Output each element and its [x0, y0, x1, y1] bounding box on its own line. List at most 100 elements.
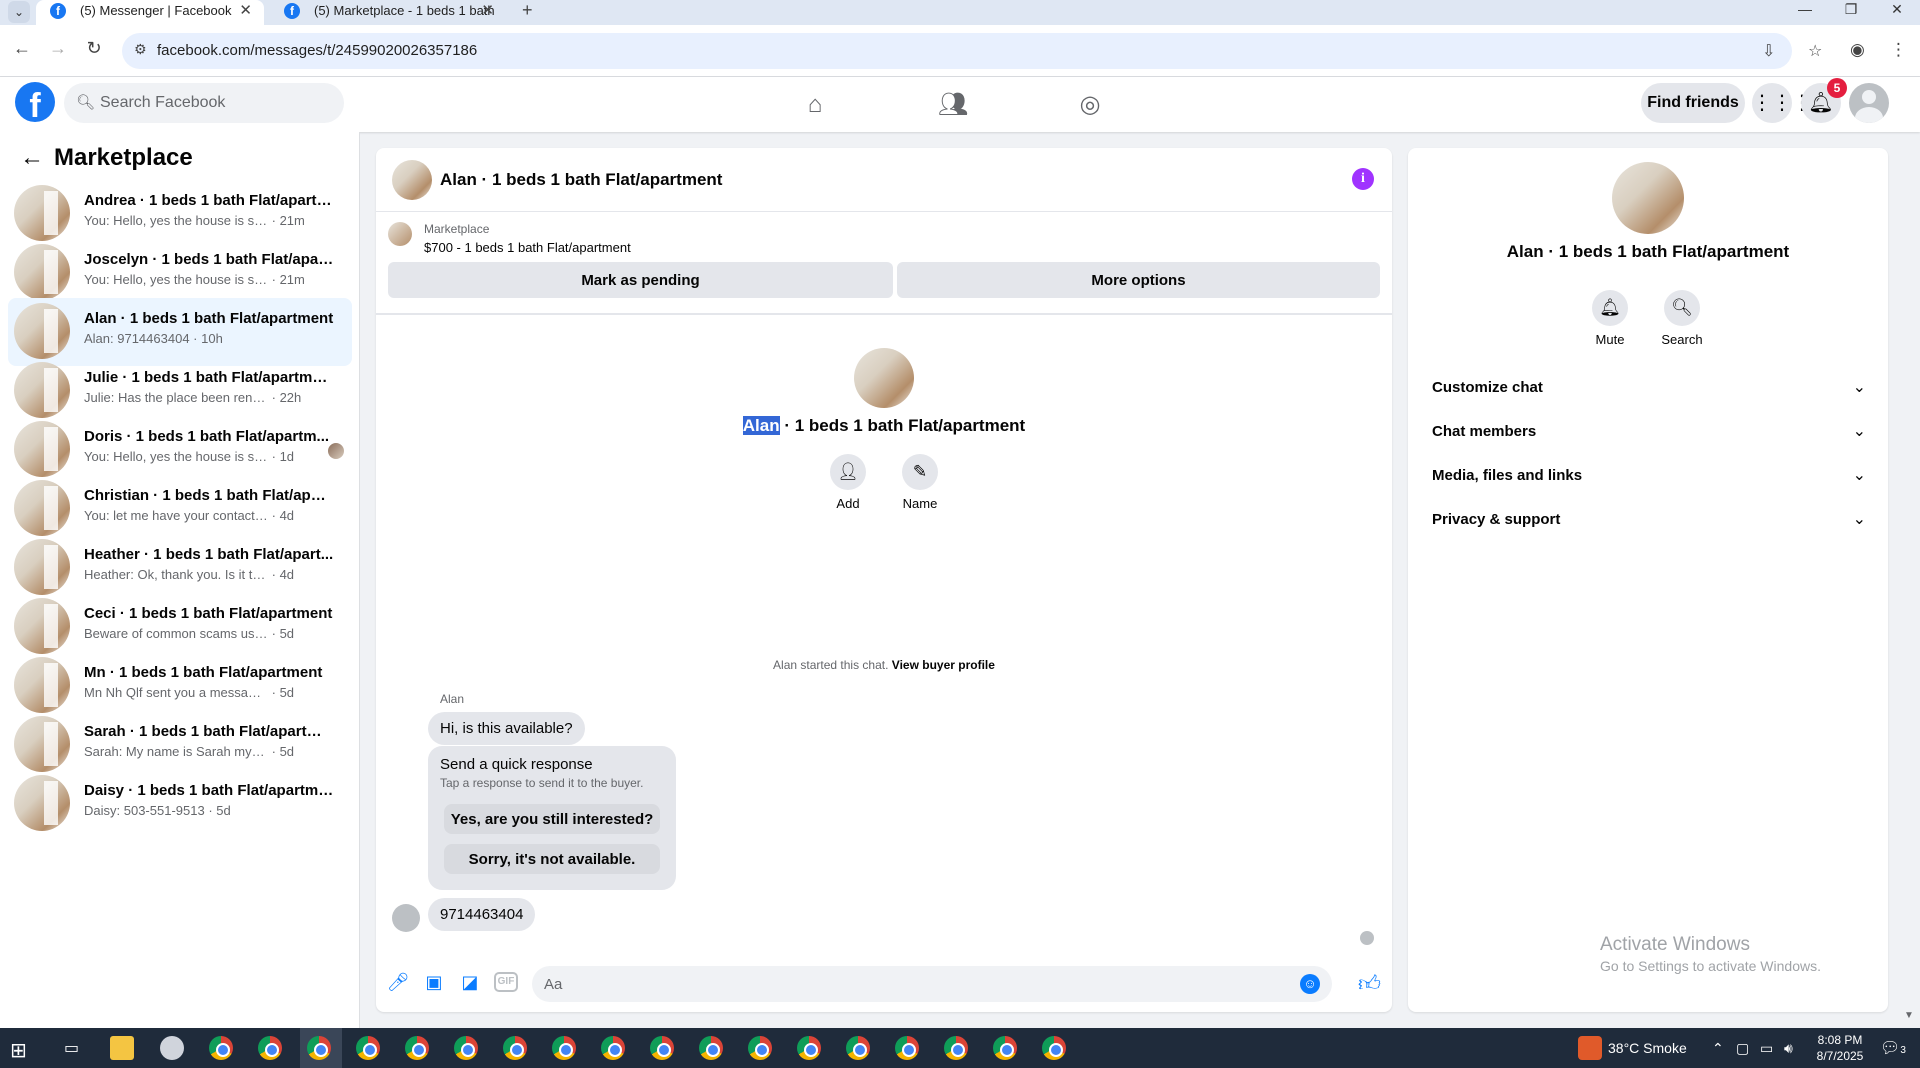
- facebook-favicon-icon: f: [284, 3, 300, 19]
- quick-reply-interested-button[interactable]: Yes, are you still interested?: [444, 804, 660, 834]
- chrome-taskbar-icon[interactable]: [797, 1036, 821, 1060]
- close-tab-icon[interactable]: ✕: [239, 2, 252, 20]
- back-icon[interactable]: ←: [10, 38, 34, 59]
- conversation-item[interactable]: Doris · 1 beds 1 bath Flat/apartm... You:…: [8, 416, 352, 484]
- conversation-item[interactable]: Julie · 1 beds 1 bath Flat/apartment Juli…: [8, 357, 352, 425]
- app-icon[interactable]: [160, 1036, 184, 1060]
- menu-grid-icon[interactable]: ⋮⋮⋮: [1752, 83, 1812, 123]
- chrome-taskbar-icon[interactable]: [699, 1036, 723, 1060]
- windows-start-icon[interactable]: ⊞: [10, 1038, 27, 1063]
- privacy-support-section[interactable]: Privacy & support ⌄: [1416, 500, 1880, 540]
- media-files-links-section[interactable]: Media, files and links ⌄: [1416, 456, 1880, 496]
- chrome-taskbar-icon[interactable]: [209, 1036, 233, 1060]
- browser-tab-messenger[interactable]: f (5) Messenger | Facebook ✕: [36, 0, 264, 25]
- account-avatar[interactable]: [1849, 83, 1889, 123]
- chrome-taskbar-icon[interactable]: [307, 1036, 331, 1060]
- minimize-icon[interactable]: —: [1782, 0, 1828, 18]
- chrome-taskbar-icon[interactable]: [650, 1036, 674, 1060]
- listing-thumbnail[interactable]: [388, 222, 412, 246]
- friends-icon[interactable]: 👥︎: [908, 85, 998, 125]
- bookmark-star-icon[interactable]: ☆: [1808, 41, 1822, 61]
- close-tab-icon[interactable]: ✕: [481, 2, 494, 20]
- chrome-taskbar-icon[interactable]: [748, 1036, 772, 1060]
- browser-tab-marketplace[interactable]: f (5) Marketplace - 1 beds 1 bath ✕: [270, 0, 506, 25]
- message-bubble[interactable]: Hi, is this available?: [428, 712, 585, 745]
- listing-price[interactable]: $700 - 1 beds 1 bath Flat/apartment: [424, 240, 631, 255]
- chrome-taskbar-icon[interactable]: [1042, 1036, 1066, 1060]
- menu-kebab-icon[interactable]: ⋮: [1890, 40, 1907, 60]
- chat-members-section[interactable]: Chat members ⌄: [1416, 412, 1880, 452]
- forward-icon[interactable]: →: [46, 38, 70, 59]
- conversation-item[interactable]: Alan · 1 beds 1 bath Flat/apartment Alan:…: [8, 298, 352, 366]
- mark-as-pending-button[interactable]: Mark as pending: [388, 262, 893, 298]
- groups-icon[interactable]: ◎: [1045, 85, 1135, 125]
- chrome-taskbar-icon[interactable]: [258, 1036, 282, 1060]
- volume-icon[interactable]: 🔊︎: [1784, 1040, 1793, 1057]
- message-bubble[interactable]: 9714463404: [428, 898, 536, 931]
- show-hidden-icons-icon[interactable]: ⌃: [1712, 1040, 1724, 1057]
- scroll-down-arrow-icon[interactable]: ▼: [1904, 1010, 1914, 1021]
- customize-chat-section[interactable]: Customize chat ⌄: [1416, 368, 1880, 408]
- edit-name-button[interactable]: ✎ Name: [890, 454, 950, 511]
- conversation-item[interactable]: Christian · 1 beds 1 bath Flat/apart... Y…: [8, 475, 352, 543]
- microphone-icon[interactable]: 🎤︎: [386, 970, 410, 994]
- install-app-icon[interactable]: ⇩: [1762, 41, 1775, 61]
- conversation-item[interactable]: Heather · 1 beds 1 bath Flat/apart... Hea…: [8, 534, 352, 602]
- meet-now-icon[interactable]: ▢: [1736, 1040, 1749, 1057]
- conversation-item[interactable]: Andrea · 1 beds 1 bath Flat/apartm... You…: [8, 180, 352, 248]
- chat-avatar[interactable]: [392, 160, 432, 200]
- chrome-taskbar-icon[interactable]: [601, 1036, 625, 1060]
- tab-search-dropdown-icon[interactable]: ⌄: [8, 1, 30, 23]
- weather-text[interactable]: 38°C Smoke: [1608, 1040, 1687, 1056]
- chrome-taskbar-icon[interactable]: [356, 1036, 380, 1060]
- conversation-item[interactable]: Ceci · 1 beds 1 bath Flat/apartment Bewar…: [8, 593, 352, 661]
- action-center-icon[interactable]: 💬︎3: [1880, 1038, 1906, 1058]
- search-conversation-button[interactable]: 🔍︎ Search: [1652, 290, 1712, 347]
- profile-icon[interactable]: ◉: [1850, 40, 1865, 60]
- facebook-logo-icon[interactable]: f: [15, 82, 55, 125]
- conversation-item[interactable]: Sarah · 1 beds 1 bath Flat/apartment Sara…: [8, 711, 352, 779]
- search-input[interactable]: [100, 83, 330, 123]
- facebook-search[interactable]: 🔍︎: [64, 83, 344, 123]
- system-clock[interactable]: 8:08 PM 8/7/2025: [1800, 1032, 1880, 1064]
- message-input-box[interactable]: ☺: [532, 966, 1332, 1002]
- conversation-item[interactable]: Joscelyn · 1 beds 1 bath Flat/apart... Yo…: [8, 239, 352, 307]
- home-icon[interactable]: ⌂: [770, 85, 860, 125]
- sticker-icon[interactable]: ◪: [458, 970, 482, 994]
- chrome-taskbar-icon[interactable]: [944, 1036, 968, 1060]
- chrome-taskbar-icon[interactable]: [993, 1036, 1017, 1060]
- file-explorer-icon[interactable]: [110, 1036, 134, 1060]
- chrome-taskbar-icon[interactable]: [503, 1036, 527, 1060]
- view-buyer-profile-link[interactable]: View buyer profile: [892, 658, 995, 672]
- conversation-item[interactable]: Mn · 1 beds 1 bath Flat/apartment Mn Nh Q…: [8, 652, 352, 720]
- chrome-taskbar-icon[interactable]: [846, 1036, 870, 1060]
- message-input[interactable]: [544, 966, 1284, 1002]
- restore-icon[interactable]: ❐: [1828, 0, 1874, 18]
- gif-icon[interactable]: GIF: [494, 972, 518, 992]
- reload-icon[interactable]: ↻: [82, 38, 106, 59]
- chrome-taskbar-icon[interactable]: [454, 1036, 478, 1060]
- weather-icon[interactable]: [1578, 1036, 1602, 1060]
- find-friends-button[interactable]: Find friends: [1641, 83, 1745, 123]
- add-people-button[interactable]: 👤︎ Add: [818, 454, 878, 511]
- site-info-icon[interactable]: ⚙: [134, 41, 147, 58]
- mute-button[interactable]: 🔔︎ Mute: [1580, 290, 1640, 347]
- back-arrow-icon[interactable]: ←: [20, 144, 44, 171]
- network-icon[interactable]: ▭: [1760, 1040, 1773, 1057]
- info-icon[interactable]: i: [1352, 168, 1374, 190]
- chat-title[interactable]: Alan · 1 beds 1 bath Flat/apartment: [440, 170, 722, 190]
- more-options-button[interactable]: More options: [897, 262, 1380, 298]
- close-window-icon[interactable]: ✕: [1874, 0, 1920, 18]
- url-text[interactable]: facebook.com/messages/t/2459902002635718…: [157, 42, 477, 59]
- chrome-taskbar-icon[interactable]: [552, 1036, 576, 1060]
- task-view-icon[interactable]: ▭: [64, 1038, 79, 1058]
- address-bar[interactable]: ⚙ facebook.com/messages/t/24599020026357…: [122, 33, 1822, 69]
- chrome-taskbar-icon[interactable]: [405, 1036, 429, 1060]
- new-tab-icon[interactable]: +: [522, 0, 533, 21]
- thumbs-up-icon[interactable]: 👍︎: [1358, 970, 1381, 997]
- attach-photo-icon[interactable]: ▣: [422, 970, 446, 994]
- conversation-item[interactable]: Daisy · 1 beds 1 bath Flat/apartment Dais…: [8, 770, 352, 838]
- emoji-icon[interactable]: ☺: [1300, 974, 1320, 994]
- chrome-taskbar-icon[interactable]: [895, 1036, 919, 1060]
- quick-reply-not-available-button[interactable]: Sorry, it's not available.: [444, 844, 660, 874]
